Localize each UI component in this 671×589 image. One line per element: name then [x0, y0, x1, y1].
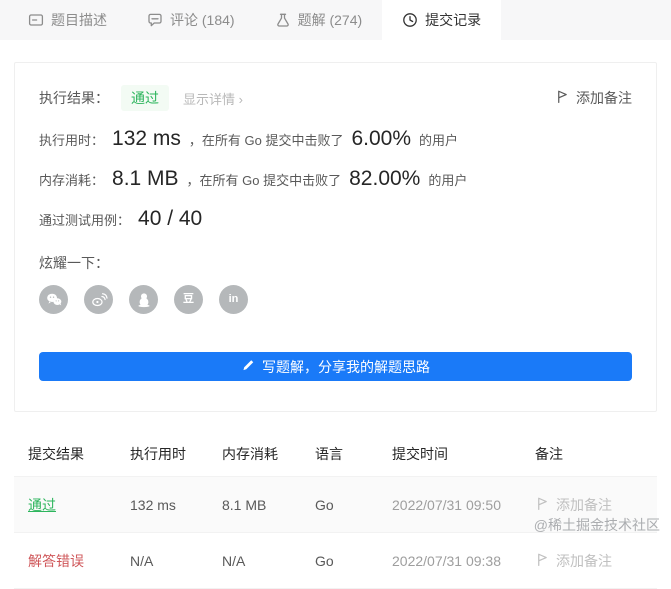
submission-runtime: N/A: [130, 552, 154, 569]
tab-comments[interactable]: 评论 (184): [127, 0, 255, 40]
col-header-result: 提交结果: [28, 446, 84, 462]
runtime-row: 执行用时： 132 ms ，在所有 Go 提交中击败了 6.00% 的用户: [39, 127, 632, 151]
flag-icon: [555, 89, 570, 107]
submission-time: 2022/07/31 09:50: [392, 496, 501, 513]
col-header-memory: 内存消耗: [222, 446, 278, 462]
submissions-table: 提交结果 执行用时 内存消耗 语言 提交时间 备注 通过 132 ms 8.1 …: [14, 432, 657, 589]
wechat-icon[interactable]: [39, 285, 68, 314]
execution-result-row: 执行结果： 通过 显示详情 › 添加备注: [39, 85, 632, 111]
comment-icon: [147, 12, 163, 28]
col-header-language: 语言: [315, 446, 343, 462]
runtime-beats-prefix: ，在所有 Go 提交中击败了: [188, 133, 344, 148]
execution-result-label: 执行结果：: [39, 90, 109, 106]
runtime-beats-percent: 6.00%: [351, 127, 412, 150]
tab-submissions[interactable]: 提交记录: [382, 0, 502, 40]
tab-label: 题目描述: [51, 12, 107, 28]
show-details-link[interactable]: 显示详情 ›: [183, 89, 243, 108]
runtime-beats-suffix: 的用户: [419, 133, 459, 148]
add-note-label: 添加备注: [556, 496, 612, 513]
memory-beats-percent: 82.00%: [349, 167, 421, 190]
memory-row: 内存消耗： 8.1 MB ，在所有 Go 提交中击败了 82.00% 的用户: [39, 167, 632, 191]
runtime-value: 132 ms: [112, 127, 181, 150]
col-header-time: 提交时间: [392, 446, 448, 462]
flask-icon: [275, 12, 291, 28]
add-note-label: 添加备注: [576, 90, 632, 106]
share-label: 炫耀一下：: [39, 255, 109, 271]
col-header-runtime: 执行用时: [130, 446, 186, 462]
runtime-label: 执行用时：: [39, 133, 105, 148]
social-share-row: 豆 in: [39, 285, 632, 314]
submission-result-link[interactable]: 解答错误: [28, 553, 84, 569]
weibo-icon[interactable]: [84, 285, 113, 314]
result-panel: 执行结果： 通过 显示详情 › 添加备注 执行用时： 132 ms ，在所有 G…: [14, 62, 657, 412]
status-badge: 通过: [121, 85, 169, 111]
linkedin-icon[interactable]: in: [219, 285, 248, 314]
tab-label: 题解 (274): [297, 12, 363, 28]
douban-glyph: 豆: [183, 293, 194, 305]
description-icon: [28, 12, 44, 28]
qq-icon[interactable]: [129, 285, 158, 314]
testcases-value: 40 / 40: [138, 207, 203, 230]
submission-runtime: 132 ms: [130, 496, 176, 513]
tab-solutions[interactable]: 题解 (274): [255, 0, 383, 40]
memory-beats-suffix: 的用户: [428, 173, 468, 188]
add-note-button[interactable]: 添加备注: [535, 551, 657, 571]
submission-time: 2022/07/31 09:38: [392, 552, 501, 569]
table-row: 解答错误 N/A N/A Go 2022/07/31 09:38 添加备注: [14, 532, 657, 589]
testcases-label: 通过测试用例：: [39, 213, 131, 228]
flag-icon: [535, 552, 550, 570]
add-note-button[interactable]: 添加备注: [535, 495, 657, 515]
submission-memory: N/A: [222, 552, 246, 569]
col-header-note: 备注: [535, 446, 563, 462]
memory-label: 内存消耗：: [39, 173, 105, 188]
submission-memory: 8.1 MB: [222, 496, 267, 513]
tab-label: 提交记录: [425, 12, 482, 28]
linkedin-glyph: in: [228, 293, 239, 305]
tab-bar: 题目描述 评论 (184) 题解 (274) 提交记录: [0, 0, 671, 40]
table-header-row: 提交结果 执行用时 内存消耗 语言 提交时间 备注: [14, 432, 657, 476]
pencil-icon: [241, 358, 255, 375]
memory-beats-prefix: ，在所有 Go 提交中击败了: [186, 173, 342, 188]
submission-language: Go: [315, 552, 334, 569]
flag-icon: [535, 496, 550, 514]
testcases-row: 通过测试用例： 40 / 40: [39, 207, 632, 231]
memory-value: 8.1 MB: [112, 167, 179, 190]
add-note-label: 添加备注: [556, 552, 612, 569]
write-solution-label: 写题解，分享我的解题思路: [262, 358, 430, 375]
clock-icon: [402, 12, 418, 28]
tab-label: 评论 (184): [170, 12, 235, 28]
add-note-button[interactable]: 添加备注: [555, 88, 632, 108]
tab-description[interactable]: 题目描述: [8, 0, 127, 40]
submission-result-link[interactable]: 通过: [28, 497, 56, 513]
douban-icon[interactable]: 豆: [174, 285, 203, 314]
submission-language: Go: [315, 496, 334, 513]
table-row: 通过 132 ms 8.1 MB Go 2022/07/31 09:50 添加备…: [14, 476, 657, 532]
write-solution-button[interactable]: 写题解，分享我的解题思路: [39, 352, 632, 381]
